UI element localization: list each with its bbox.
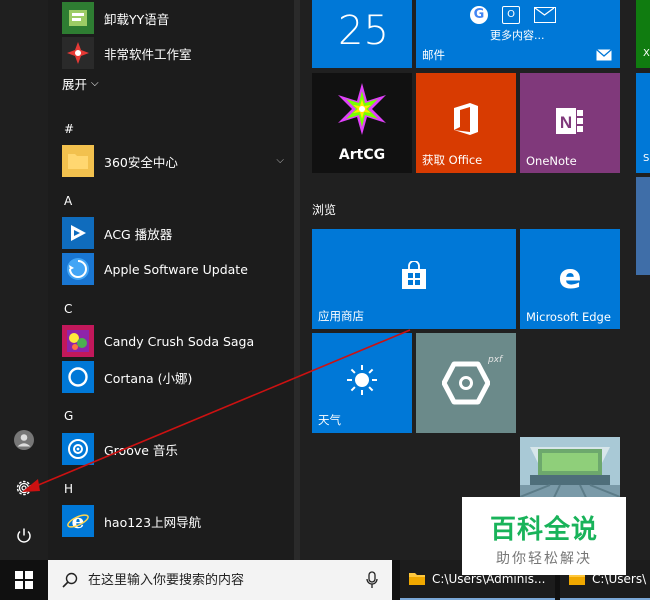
search-icon [62,572,78,588]
list-item-apple-update[interactable]: Apple Software Update [62,251,292,287]
list-item-candy-crush[interactable]: Candy Crush Soda Saga [62,323,292,359]
app-label: 非常软件工作室 [104,46,192,62]
app-label: Groove 音乐 [104,442,178,458]
edge-icon: e [558,259,581,293]
windows-logo-icon [15,571,33,589]
partial-tile-top[interactable]: X [636,0,650,68]
svg-text:N: N [560,113,572,132]
svg-text:e: e [72,509,85,533]
google-icon: G [470,6,488,24]
partial-tile-middle[interactable]: S [636,73,650,173]
office-tile[interactable]: 获取 Office [416,73,516,173]
mail-tile[interactable]: G O 更多内容... 邮件 [416,0,620,68]
folder-icon [409,573,425,585]
candy-crush-icon [62,325,94,357]
start-button[interactable] [0,560,48,600]
gear-icon [16,480,32,496]
apple-update-icon [62,253,94,285]
section-letter-c[interactable]: C [64,302,72,316]
office-icon [454,103,478,135]
mail-label: 邮件 [422,48,445,62]
expand-label: 展开 [62,76,88,92]
calendar-tile[interactable]: 25 [312,0,412,68]
pxf-tile[interactable]: pxf [416,333,516,433]
section-letter-g[interactable]: G [64,409,73,423]
artcg-text: ArtCG [338,147,386,163]
mail-badge-icon [596,49,612,61]
list-item-acg-player[interactable]: ACG 播放器 [62,215,292,251]
office-label: 获取 Office [422,153,483,167]
onenote-tile[interactable]: N OneNote [520,73,620,173]
app-label: 360安全中心 [104,154,178,170]
sun-icon [347,365,377,395]
outlook-icon: O [502,6,520,24]
pxf-text: pxf [488,355,503,365]
app-label: Cortana (小娜) [104,370,193,386]
search-input[interactable] [88,572,358,588]
section-letter-a[interactable]: A [64,194,72,208]
groove-music-icon [62,433,94,465]
group-label-browse: 浏览 [312,203,337,217]
list-item-360[interactable]: 360安全中心 ⌵ [62,143,292,179]
app-label: Candy Crush Soda Saga [104,333,255,349]
chevron-down-icon[interactable]: ⌵ [276,155,284,166]
partial-tile-lower[interactable] [636,177,650,275]
app-label: ACG 播放器 [104,226,173,242]
studio-icon [62,37,94,69]
section-letter-h[interactable]: H [64,482,73,496]
power-icon [17,528,31,543]
onenote-icon: N [556,108,583,134]
ie-icon: e [62,505,94,537]
app-label: 卸载YY语音 [104,11,170,27]
partial-tile-text: S [643,153,650,164]
hexagon-icon [442,361,490,405]
list-item-hao123[interactable]: e hao123上网导航 [62,503,292,539]
start-left-rail [0,0,48,560]
expand-button[interactable]: 展开 ⌵ [62,72,292,94]
taskbar-search-box[interactable] [48,560,392,600]
edge-tile[interactable]: e Microsoft Edge [520,229,620,329]
artcg-star-icon [338,83,386,135]
baike-watermark: 百科全说 助你轻松解决 [462,497,626,575]
partial-tile-text: X [643,48,650,59]
watermark-main-text: 百科全说 [489,515,598,545]
svg-text:e: e [558,259,581,293]
store-label: 应用商店 [318,309,364,323]
onenote-label: OneNote [526,154,577,168]
app-list: 卸载YY语音 非常软件工作室 展开 ⌵ # 360安全中心 ⌵ A ACG 播放… [48,0,294,560]
folder-icon [62,145,94,177]
yy-uninstall-icon [62,2,94,34]
chevron-down-icon: ⌵ [91,77,99,89]
list-item-uninstall-yy[interactable]: 卸载YY语音 [62,0,292,36]
user-icon [14,430,34,450]
power-button[interactable] [0,514,48,558]
microphone-icon[interactable] [366,571,378,589]
list-item-groove[interactable]: Groove 音乐 [62,431,292,467]
app-label: hao123上网导航 [104,514,202,530]
weather-label: 天气 [318,413,341,427]
list-item-cortana[interactable]: Cortana (小娜) [62,359,292,395]
list-item-feichang-studio[interactable]: 非常软件工作室 [62,35,292,71]
store-tile[interactable]: 应用商店 [312,229,516,329]
cortana-icon [62,361,94,393]
section-letter-hash[interactable]: # [64,122,74,136]
mail-envelope-icon [534,7,556,23]
calendar-day: 25 [338,8,389,54]
watermark-sub-text: 助你轻松解决 [496,551,592,567]
store-bag-icon [402,261,426,289]
app-label: Apple Software Update [104,261,248,277]
acg-player-icon [62,217,94,249]
settings-button[interactable] [0,466,48,510]
weather-tile[interactable]: 天气 [312,333,412,433]
edge-label: Microsoft Edge [526,310,611,324]
mail-more-text: 更多内容... [490,29,545,42]
user-account-button[interactable] [0,418,48,462]
artcg-tile[interactable]: ArtCG [312,73,412,173]
tile-area: 25 G O 更多内容... 邮件 X ArtCG 获取 Office N On… [300,0,650,560]
